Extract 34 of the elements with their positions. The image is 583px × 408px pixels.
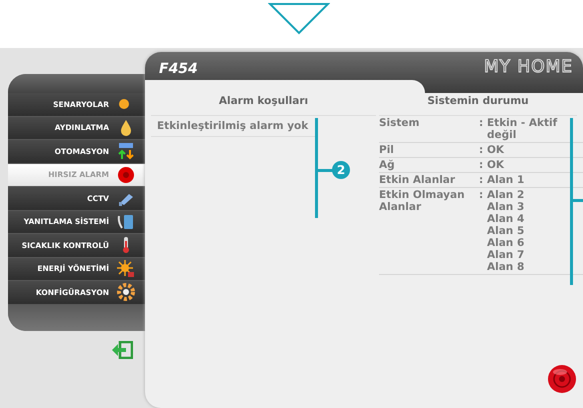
exit-icon[interactable] [111,340,133,358]
status-value: Alan 6 [487,237,524,249]
status-value: Alan 3 [487,201,524,213]
status-value: Etkin - Aktif değil [487,117,558,141]
separator: : [479,189,484,203]
status-value: Alan 1 [487,174,524,186]
brand-logo: MY HOME [484,57,573,79]
sun-house-icon [117,260,135,278]
alarm-button-icon [117,166,135,184]
column-heading: Sistemin durumu [379,95,577,116]
status-value: OK [487,159,504,171]
blinds-arrows-icon [117,142,135,160]
status-value: Alan 5 [487,225,524,237]
status-label: Ağ [379,159,396,171]
leader-line [316,169,334,172]
column-heading: Alarm koşulları [151,95,376,116]
model-title: F454 [159,61,198,79]
status-label: Sistem [379,117,420,131]
separator: : [479,174,484,186]
alarm-button-icon[interactable] [547,364,577,394]
status-label: Etkin Alanlar [379,174,456,186]
separator: : [479,117,484,131]
status-value: OK [487,144,504,156]
intercom-icon [117,212,135,231]
status-value: Alan 8 [487,261,524,273]
status-value: Alan 2 [487,189,524,201]
status-value: Alan 7 [487,249,524,261]
status-value: Alan 4 [487,213,524,225]
gear-icon [117,283,135,302]
separator: : [479,159,484,171]
separator: : [479,144,484,156]
status-label: Etkin Olmayan Alanlar [379,189,466,215]
down-triangle-icon [268,2,330,35]
status-label: Pil [379,144,395,156]
